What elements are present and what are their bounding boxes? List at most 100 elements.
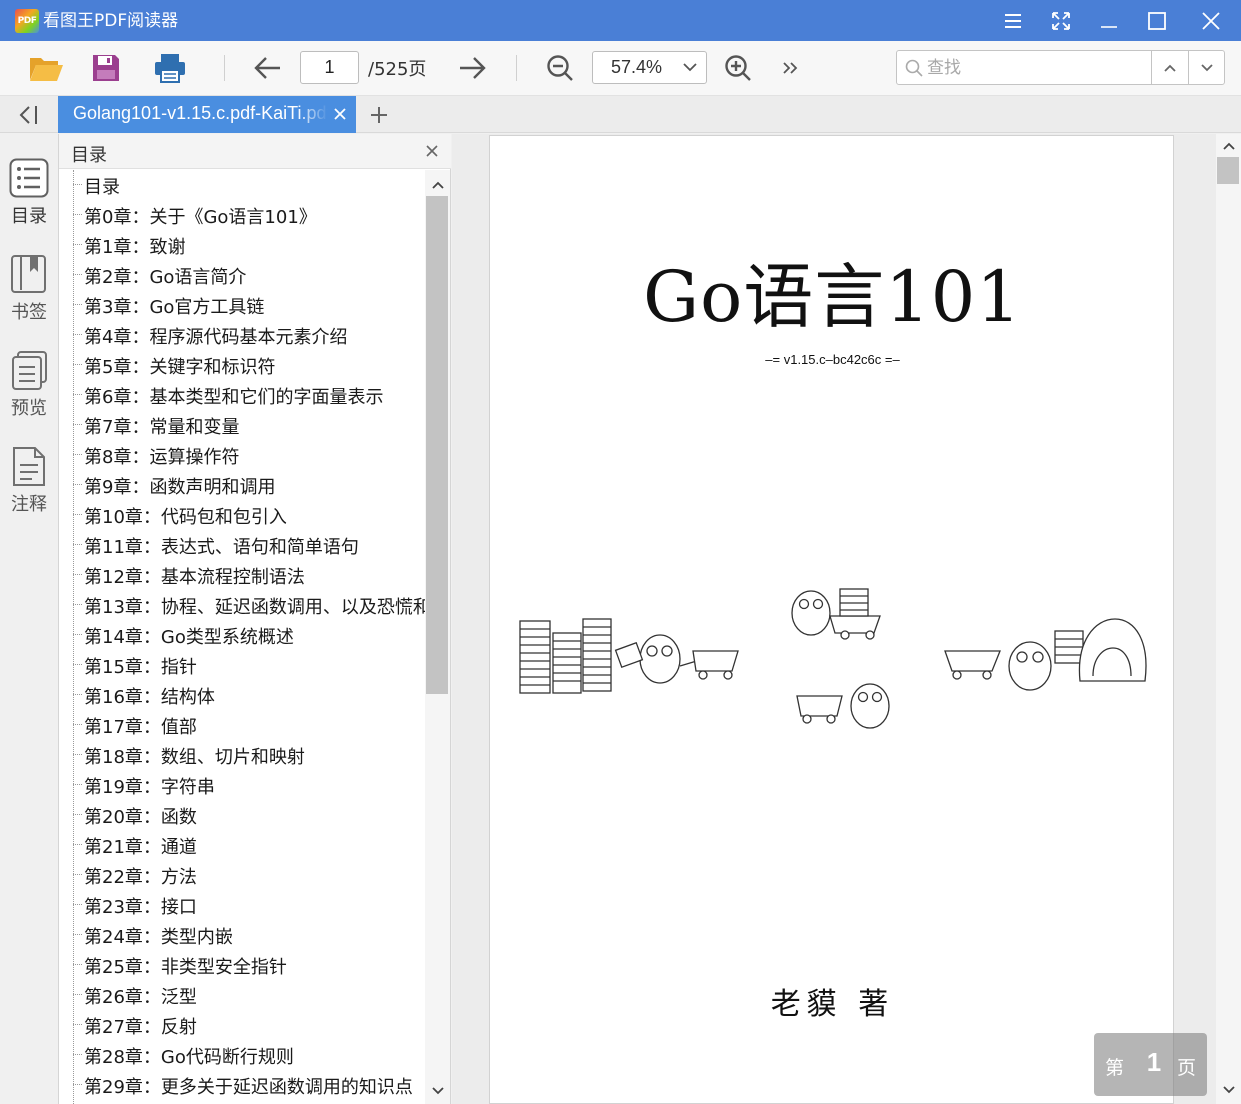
tree-connector (73, 694, 82, 695)
outline-item[interactable]: 第10章：代码包和包引入 (73, 500, 425, 530)
outline-item[interactable]: 第9章：函数声明和调用 (73, 470, 425, 500)
tree-connector (73, 844, 82, 845)
document-author: 老貘 著 (770, 987, 895, 1022)
outline-item-label: 第11章：表达式、语句和简单语句 (84, 537, 359, 558)
zoom-in-button[interactable] (718, 49, 758, 87)
tree-connector (73, 394, 82, 395)
outline-item[interactable]: 第0章：关于《Go语言101》 (73, 200, 425, 230)
tree-connector (73, 634, 82, 635)
tree-connector (73, 424, 82, 425)
outline-item[interactable]: 第23章：接口 (73, 890, 425, 920)
tree-connector (73, 244, 82, 245)
viewer-scrollbar[interactable] (1216, 134, 1241, 1104)
scroll-up-button[interactable] (425, 176, 450, 194)
outline-item[interactable]: 第26章：泛型 (73, 980, 425, 1010)
outline-item-label: 第9章：函数声明和调用 (84, 477, 276, 498)
scrollbar-thumb[interactable] (426, 196, 448, 694)
tree-connector (73, 874, 82, 875)
pdf-page: Go语言101 –= v1.15.c–bc42c6c =– 老貘 著 (489, 135, 1174, 1104)
page-total-label: /525页 (368, 59, 427, 80)
chevron-down-icon (1222, 1086, 1235, 1094)
print-button[interactable] (150, 49, 190, 87)
outline-item-label: 第27章：反射 (84, 1017, 197, 1038)
search-input[interactable] (927, 51, 1149, 84)
tab-bar: Golang101-v1.15.c.pdf-KaiTi.pdf (0, 96, 1241, 133)
close-window-button[interactable] (1187, 0, 1235, 41)
close-icon (1202, 11, 1220, 30)
outline-item[interactable]: 第4章：程序源代码基本元素介绍 (73, 320, 425, 350)
tree-connector (73, 544, 82, 545)
rail-item-annotations[interactable]: 注释 (0, 446, 58, 534)
menu-button[interactable] (989, 0, 1037, 41)
more-tools-button[interactable] (770, 49, 810, 87)
outline-item-label: 第26章：泛型 (84, 987, 197, 1008)
tree-connector (73, 964, 82, 965)
document-viewer[interactable]: Go语言101 –= v1.15.c–bc42c6c =– 老貘 著 第 1 页 (452, 134, 1241, 1104)
rail-item-bookmarks[interactable]: 书签 (0, 254, 58, 342)
outline-item[interactable]: 第18章：数组、切片和映射 (73, 740, 425, 770)
outline-item[interactable]: 第13章：协程、延迟函数调用、以及恐慌和恢复 (73, 590, 425, 620)
previous-page-button[interactable] (248, 49, 288, 87)
outline-item[interactable]: 第28章：Go代码断行规则 (73, 1040, 425, 1070)
outline-item-label: 第0章：关于《Go语言101》 (84, 207, 317, 228)
scroll-down-button[interactable] (425, 1082, 450, 1100)
outline-item[interactable]: 第29章：更多关于延迟函数调用的知识点 (73, 1070, 425, 1100)
outline-item-label: 第6章：基本类型和它们的字面量表示 (84, 387, 384, 408)
tab-document[interactable]: Golang101-v1.15.c.pdf-KaiTi.pdf (58, 96, 356, 133)
new-tab-button[interactable] (366, 102, 392, 128)
page-indicator-number: 1 (1146, 1047, 1162, 1077)
outline-item[interactable]: 第1章：致谢 (73, 230, 425, 260)
collapse-sidebar-button[interactable] (12, 102, 44, 127)
toolbar: /525页 57.4% (0, 41, 1241, 96)
close-outline-button[interactable] (423, 142, 441, 160)
zoom-out-button[interactable] (540, 49, 580, 87)
tree-connector (73, 184, 82, 185)
zoom-in-icon (725, 55, 751, 81)
outline-item[interactable]: 第11章：表达式、语句和简单语句 (73, 530, 425, 560)
outline-item[interactable]: 第27章：反射 (73, 1010, 425, 1040)
outline-item[interactable]: 第17章：值部 (73, 710, 425, 740)
outline-item[interactable]: 第16章：结构体 (73, 680, 425, 710)
open-file-button[interactable] (26, 49, 66, 87)
outline-item[interactable]: 第6章：基本类型和它们的字面量表示 (73, 380, 425, 410)
zoom-select[interactable]: 57.4% (592, 51, 707, 84)
outline-item[interactable]: 第20章：函数 (73, 800, 425, 830)
outline-item[interactable]: 第14章：Go类型系统概述 (73, 620, 425, 650)
scroll-down-button[interactable] (1216, 1081, 1241, 1099)
outline-item-label: 第25章：非类型安全指针 (84, 957, 287, 978)
outline-item[interactable]: 第25章：非类型安全指针 (73, 950, 425, 980)
outline-header: 目录 (59, 134, 451, 169)
scroll-up-button[interactable] (1216, 137, 1241, 155)
outline-item[interactable]: 第15章：指针 (73, 650, 425, 680)
chevron-up-icon (1222, 142, 1235, 150)
outline-item[interactable]: 第5章：关键字和标识符 (73, 350, 425, 380)
scrollbar-thumb[interactable] (1217, 157, 1239, 184)
outline-item-label: 第13章：协程、延迟函数调用、以及恐慌和恢复 (84, 597, 425, 618)
outline-item[interactable]: 第8章：运算操作符 (73, 440, 425, 470)
outline-item[interactable]: 第22章：方法 (73, 860, 425, 890)
tree-connector (73, 214, 82, 215)
outline-item[interactable]: 目录 (73, 170, 425, 200)
outline-item[interactable]: 第19章：字符串 (73, 770, 425, 800)
close-tab-button[interactable] (331, 104, 349, 124)
outline-scrollbar[interactable] (425, 170, 450, 1104)
outline-item[interactable]: 第12章：基本流程控制语法 (73, 560, 425, 590)
save-button[interactable] (86, 49, 126, 87)
page-number-input[interactable] (300, 51, 359, 84)
search-previous-button[interactable] (1151, 51, 1188, 84)
outline-item[interactable]: 第7章：常量和变量 (73, 410, 425, 440)
outline-item[interactable]: 第24章：类型内嵌 (73, 920, 425, 950)
next-page-button[interactable] (452, 49, 492, 87)
maximize-button[interactable] (1133, 0, 1181, 41)
search-next-button[interactable] (1188, 51, 1224, 84)
tree-connector (73, 514, 82, 515)
fullscreen-button[interactable] (1037, 0, 1085, 41)
tree-connector (73, 274, 82, 275)
outline-item[interactable]: 第3章：Go官方工具链 (73, 290, 425, 320)
thumbnails-icon (12, 351, 47, 390)
outline-item[interactable]: 第2章：Go语言简介 (73, 260, 425, 290)
outline-item[interactable]: 第21章：通道 (73, 830, 425, 860)
minimize-button[interactable] (1085, 0, 1133, 41)
rail-item-outline[interactable]: 目录 (0, 158, 58, 246)
rail-item-thumbnails[interactable]: 预览 (0, 350, 58, 438)
